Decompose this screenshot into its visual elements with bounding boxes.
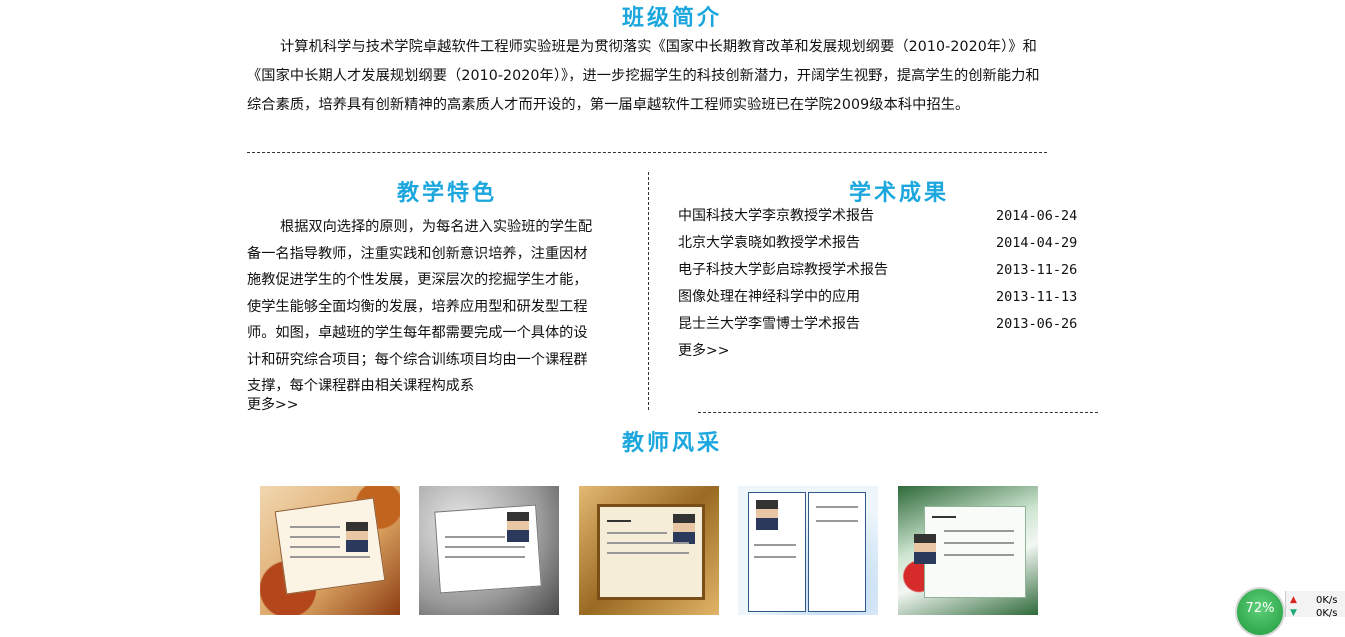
- arrow-up-icon: ▲: [1290, 595, 1297, 605]
- photo-caption-line: [932, 516, 956, 518]
- teacher-photo[interactable]: [419, 486, 559, 615]
- achievements-divider: [698, 412, 1098, 413]
- teacher-portrait: [673, 514, 695, 544]
- teacher-portrait: [914, 534, 936, 564]
- photo-caption-line: [944, 542, 1014, 544]
- photo-caption-line: [290, 526, 340, 528]
- achievements-more-link[interactable]: 更多>>: [678, 338, 1078, 365]
- photo-caption-line: [607, 542, 689, 544]
- teachers-title: 教师风采: [622, 430, 723, 456]
- photo-caption-line: [445, 556, 525, 558]
- achievement-title: 图像处理在神经科学中的应用: [678, 289, 860, 305]
- photo-caption-line: [816, 520, 858, 522]
- achievement-item[interactable]: 电子科技大学彭启琮教授学术报告 2013-11-26: [678, 257, 1078, 284]
- achievement-title: 电子科技大学彭启琮教授学术报告: [678, 262, 888, 278]
- usage-gauge: 72%: [1235, 587, 1285, 637]
- photo-caption-line: [607, 520, 631, 522]
- photo-caption-line: [754, 544, 796, 546]
- photo-caption-line: [290, 556, 370, 558]
- achievement-date: 2013-11-13: [996, 289, 1078, 305]
- photo-card: [924, 506, 1026, 598]
- photo-caption-line: [290, 536, 340, 538]
- features-title: 教学特色: [397, 180, 498, 206]
- teacher-portrait: [756, 500, 778, 530]
- upload-speed: 0K/s: [1316, 595, 1338, 606]
- achievement-date: 2013-11-26: [996, 262, 1078, 278]
- photo-caption-line: [754, 556, 796, 558]
- arrow-down-icon: ▼: [1290, 608, 1297, 618]
- speed-readout: ▲ 0K/s ▼ 0K/s: [1285, 591, 1345, 619]
- teacher-photo[interactable]: [738, 486, 878, 615]
- achievement-title: 中国科技大学李京教授学术报告: [678, 208, 874, 224]
- teacher-photo[interactable]: [260, 486, 400, 615]
- photo-caption-line: [445, 536, 505, 538]
- photo-caption-line: [607, 552, 689, 554]
- achievement-date: 2014-06-24: [996, 208, 1078, 224]
- photo-caption-line: [816, 506, 858, 508]
- achievement-title: 北京大学袁晓如教授学术报告: [678, 235, 860, 251]
- achievement-title: 昆士兰大学李雪博士学术报告: [678, 316, 860, 332]
- intro-text: 计算机科学与技术学院卓越软件工程师实验班是为贯彻落实《国家中长期教育改革和发展规…: [247, 39, 1040, 113]
- teacher-photo[interactable]: [579, 486, 719, 615]
- achievement-item[interactable]: 中国科技大学李京教授学术报告 2014-06-24: [678, 203, 1078, 230]
- teacher-photo[interactable]: [898, 486, 1038, 615]
- photo-caption-line: [445, 546, 525, 548]
- achievement-date: 2013-06-26: [996, 316, 1078, 332]
- intro-divider: [247, 152, 1047, 153]
- intro-title: 班级简介: [622, 5, 723, 31]
- download-speed: 0K/s: [1316, 608, 1338, 619]
- photo-caption-line: [290, 546, 340, 548]
- photo-caption-line: [607, 532, 667, 534]
- features-more-link[interactable]: 更多>>: [247, 394, 298, 414]
- column-divider: [648, 172, 649, 410]
- photo-card: [808, 492, 866, 612]
- achievement-date: 2014-04-29: [996, 235, 1078, 251]
- achievement-item[interactable]: 北京大学袁晓如教授学术报告 2014-04-29: [678, 230, 1078, 257]
- network-speed-widget[interactable]: 72% ▲ 0K/s ▼ 0K/s: [1233, 585, 1345, 637]
- teacher-portrait: [346, 522, 368, 552]
- photo-caption-line: [944, 554, 1014, 556]
- achievements-list: 中国科技大学李京教授学术报告 2014-06-24 北京大学袁晓如教授学术报告 …: [678, 203, 1078, 365]
- achievement-item[interactable]: 图像处理在神经科学中的应用 2013-11-13: [678, 284, 1078, 311]
- teacher-portrait: [507, 512, 529, 542]
- photo-caption-line: [944, 530, 1014, 532]
- features-text: 根据双向选择的原则，为每名进入实验班的学生配备一名指导教师，注重实践和创新意识培…: [247, 219, 593, 394]
- achievement-item[interactable]: 昆士兰大学李雪博士学术报告 2013-06-26: [678, 311, 1078, 338]
